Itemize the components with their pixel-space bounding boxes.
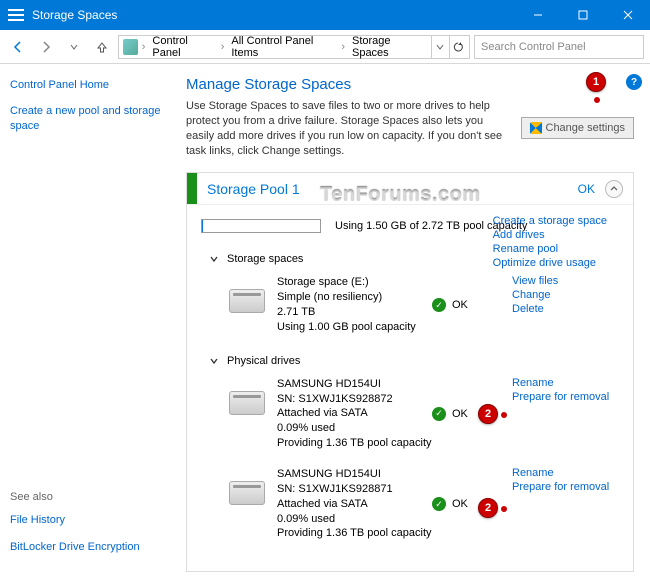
ok-icon: ✓: [432, 497, 446, 511]
annotation-1: 1: [586, 72, 606, 92]
change-settings-label: Change settings: [546, 122, 626, 134]
drive-providing: Providing 1.36 TB pool capacity: [277, 526, 432, 541]
toolbar: › Control Panel › All Control Panel Item…: [0, 30, 650, 64]
link-delete[interactable]: Delete: [512, 303, 558, 315]
ok-icon: ✓: [432, 407, 446, 421]
link-rename-pool[interactable]: Rename pool: [493, 243, 607, 255]
pool-status-stripe: [187, 173, 197, 204]
change-settings-button[interactable]: Change settings: [521, 117, 635, 139]
space-usage: Using 1.00 GB pool capacity: [277, 320, 432, 335]
drive-attached: Attached via SATA: [277, 406, 432, 421]
space-status: OK: [452, 299, 468, 311]
drives-header[interactable]: Physical drives: [201, 355, 619, 367]
pool-name: Storage Pool 1: [197, 181, 578, 197]
link-rename-drive[interactable]: Rename: [512, 467, 609, 479]
link-prepare-removal[interactable]: Prepare for removal: [512, 481, 609, 493]
maximize-button[interactable]: [560, 0, 605, 30]
chevron-right-icon: ›: [140, 41, 148, 53]
space-resiliency: Simple (no resiliency): [277, 290, 432, 305]
breadcrumb-item[interactable]: Storage Spaces: [349, 35, 427, 59]
window-title: Storage Spaces: [32, 8, 515, 22]
space-name: Storage space (E:): [277, 275, 432, 290]
hamburger-icon[interactable]: [8, 9, 24, 21]
search-placeholder: Search Control Panel: [481, 41, 586, 53]
breadcrumb[interactable]: › Control Panel › All Control Panel Item…: [118, 35, 470, 59]
physical-drive-item: SAMSUNG HD154UI SN: S1XWJ1KS928871 Attac…: [201, 467, 619, 541]
see-also-label: See also: [10, 491, 170, 503]
sidebar: Control Panel Home Create a new pool and…: [0, 64, 180, 580]
drive-sn: SN: S1XWJ1KS928872: [277, 392, 432, 407]
link-optimize[interactable]: Optimize drive usage: [493, 257, 607, 269]
minimize-button[interactable]: [515, 0, 560, 30]
drives-section: Physical drives SAMSUNG HD154UI SN: S1XW…: [201, 355, 619, 541]
help-button[interactable]: ?: [626, 74, 642, 90]
drive-attached: Attached via SATA: [277, 497, 432, 512]
breadcrumb-dropdown[interactable]: [431, 36, 447, 58]
sidebar-home[interactable]: Control Panel Home: [10, 78, 170, 92]
link-add-drives[interactable]: Add drives: [493, 229, 607, 241]
page-description: Use Storage Spaces to save files to two …: [186, 99, 511, 158]
link-prepare-removal[interactable]: Prepare for removal: [512, 391, 609, 403]
storage-space-item: Storage space (E:) Simple (no resiliency…: [201, 275, 619, 334]
drive-icon: [229, 391, 265, 415]
annotation-2: 2: [478, 498, 498, 518]
drive-sn: SN: S1XWJ1KS928871: [277, 482, 432, 497]
back-button[interactable]: [6, 35, 30, 59]
drive-status: OK: [452, 498, 468, 510]
pool-status: OK: [578, 182, 595, 196]
link-create-space[interactable]: Create a storage space: [493, 215, 607, 227]
spaces-label: Storage spaces: [227, 253, 303, 265]
breadcrumb-item[interactable]: Control Panel: [149, 35, 216, 59]
chevron-down-icon: [209, 356, 219, 366]
drive-used: 0.09% used: [277, 512, 432, 527]
sidebar-create-pool[interactable]: Create a new pool and storage space: [10, 104, 170, 133]
up-button[interactable]: [90, 35, 114, 59]
forward-button[interactable]: [34, 35, 58, 59]
shield-icon: [530, 122, 542, 134]
link-change[interactable]: Change: [512, 289, 558, 301]
drive-icon: [229, 289, 265, 313]
refresh-button[interactable]: [449, 36, 465, 58]
sidebar-bitlocker[interactable]: BitLocker Drive Encryption: [10, 540, 170, 554]
chevron-down-icon: [209, 254, 219, 264]
drive-status: OK: [452, 408, 468, 420]
space-size: 2.71 TB: [277, 305, 432, 320]
physical-drive-item: SAMSUNG HD154UI SN: S1XWJ1KS928872 Attac…: [201, 377, 619, 451]
link-view-files[interactable]: View files: [512, 275, 558, 287]
main-content: ? Manage Storage Spaces Use Storage Spac…: [180, 64, 650, 580]
ok-icon: ✓: [432, 298, 446, 312]
drive-providing: Providing 1.36 TB pool capacity: [277, 436, 432, 451]
usage-progress: [201, 219, 321, 233]
breadcrumb-item[interactable]: All Control Panel Items: [228, 35, 337, 59]
drives-label: Physical drives: [227, 355, 300, 367]
page-title: Manage Storage Spaces: [186, 76, 634, 93]
annotation-2: 2: [478, 404, 498, 424]
chevron-right-icon: ›: [339, 41, 347, 53]
collapse-button[interactable]: [605, 180, 623, 198]
link-rename-drive[interactable]: Rename: [512, 377, 609, 389]
drive-icon: [229, 481, 265, 505]
pool-header[interactable]: Storage Pool 1 OK: [187, 173, 633, 205]
drive-used: 0.09% used: [277, 421, 432, 436]
cpl-icon: [123, 39, 138, 55]
sidebar-file-history[interactable]: File History: [10, 513, 170, 527]
window-controls: [515, 0, 650, 30]
history-dropdown[interactable]: [62, 35, 86, 59]
drive-model: SAMSUNG HD154UI: [277, 377, 432, 392]
close-button[interactable]: [605, 0, 650, 30]
titlebar: Storage Spaces: [0, 0, 650, 30]
chevron-right-icon: ›: [219, 41, 227, 53]
drive-model: SAMSUNG HD154UI: [277, 467, 432, 482]
search-input[interactable]: Search Control Panel: [474, 35, 644, 59]
storage-pool: Storage Pool 1 OK Using 1.50 GB of 2.72 …: [186, 172, 634, 572]
